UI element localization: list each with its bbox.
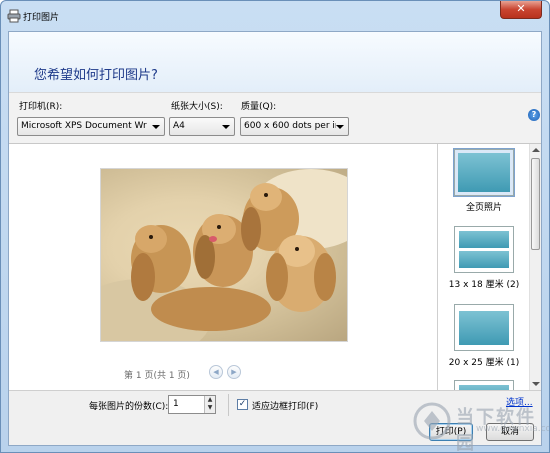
layout-20x25[interactable]: 20 x 25 厘米 (1) (438, 304, 530, 368)
header-band: 您希望如何打印图片? (9, 32, 541, 92)
fit-frame-label[interactable]: 适应边框打印(F) (252, 399, 318, 412)
scroll-down-icon[interactable] (532, 382, 540, 386)
layout-label: 20 x 25 厘米 (1) (448, 358, 520, 368)
quality-label: 质量(Q): (241, 102, 277, 112)
layout-scrollbar[interactable] (529, 144, 541, 390)
layout-full-page[interactable]: 全页照片 (438, 148, 530, 213)
options-link[interactable]: 选项... (506, 395, 533, 408)
printer-select[interactable]: Microsoft XPS Document Write (17, 117, 165, 136)
layout-thumbnail (454, 304, 514, 351)
divider (228, 394, 229, 416)
print-button[interactable]: 打印(P) (429, 423, 473, 441)
next-page-button[interactable]: ▶ (227, 365, 241, 379)
dialog-client: 您希望如何打印图片? 打印机(R): 纸张大小(S): 质量(Q): Micro… (8, 31, 542, 446)
layout-13x18[interactable]: 13 x 18 厘米 (2) (438, 226, 530, 290)
copies-value[interactable]: 1 (173, 399, 179, 409)
chevron-down-icon (152, 125, 160, 129)
previous-page-button[interactable]: ◀ (209, 365, 223, 379)
paper-size-label: 纸张大小(S): (171, 102, 223, 112)
print-preview: 第 1 页(共 1 页) ◀ ▶ (9, 144, 437, 390)
copies-stepper[interactable]: 1 ▲ ▼ (168, 395, 216, 414)
page-indicator: 第 1 页(共 1 页) (124, 371, 190, 381)
puppies-illustration (101, 169, 347, 341)
printer-icon (7, 9, 21, 23)
quality-value: 600 x 600 dots per in (244, 121, 336, 131)
layout-list: 全页照片 13 x 18 厘米 (2) 20 x 25 厘米 (1) (437, 144, 541, 390)
print-pictures-window: 打印图片 ✕ 您希望如何打印图片? 打印机(R): 纸张大小(S): 质量(Q)… (0, 0, 550, 453)
title-bar[interactable]: 打印图片 ✕ (1, 1, 549, 31)
layout-thumbnail (454, 380, 514, 390)
scroll-up-icon[interactable] (532, 148, 540, 152)
close-button[interactable]: ✕ (500, 1, 542, 19)
layout-thumbnail (454, 226, 514, 273)
layout-label: 13 x 18 厘米 (2) (448, 280, 520, 290)
decrement-icon[interactable]: ▼ (205, 404, 215, 412)
options-band: 打印机(R): 纸张大小(S): 质量(Q): Microsoft XPS Do… (9, 92, 541, 144)
layout-label: 全页照片 (465, 203, 502, 213)
cancel-button[interactable]: 取消 (486, 423, 534, 441)
layout-partial[interactable] (438, 380, 530, 390)
scroll-thumb[interactable] (531, 158, 540, 250)
layout-thumbnail (453, 148, 515, 197)
quality-select[interactable]: 600 x 600 dots per in (240, 117, 349, 136)
paper-size-select[interactable]: A4 (169, 117, 235, 136)
printer-select-value: Microsoft XPS Document Write (21, 121, 147, 131)
increment-icon[interactable]: ▲ (205, 396, 215, 404)
bottom-bar: 每张图片的份数(C): 1 ▲ ▼ ✓ 适应边框打印(F) 选项... 打印(P… (9, 390, 541, 445)
puppies-photo (100, 168, 348, 342)
stepper-buttons[interactable]: ▲ ▼ (204, 396, 215, 413)
paper-size-value: A4 (173, 121, 185, 131)
chevron-down-icon (222, 125, 230, 129)
printer-label: 打印机(R): (19, 102, 63, 112)
dialog-question: 您希望如何打印图片? (34, 68, 158, 83)
help-icon[interactable]: ? (528, 109, 540, 121)
fit-frame-checkbox[interactable]: ✓ (237, 399, 248, 410)
copies-label: 每张图片的份数(C): (89, 402, 169, 412)
chevron-down-icon (336, 125, 344, 129)
window-title: 打印图片 (23, 13, 60, 23)
